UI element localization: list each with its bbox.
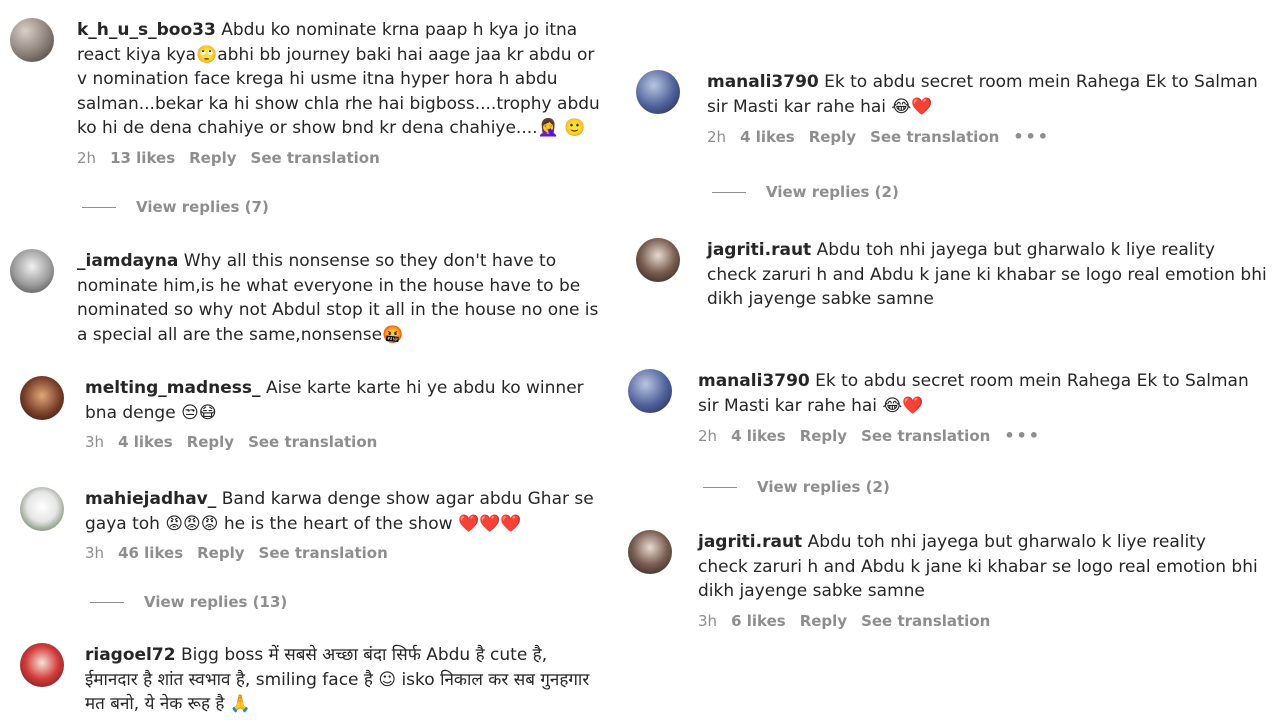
likes-count[interactable]: 46 likes [118,544,183,562]
username[interactable]: manali3790 [698,371,810,391]
comment-meta: 3h 4 likes Reply See translation [85,433,600,451]
timestamp: 3h [698,611,718,630]
avatar[interactable] [628,369,672,413]
reply-button[interactable]: Reply [800,612,847,630]
username[interactable]: riagoel72 [85,645,176,665]
view-replies-label: View replies (2) [766,183,899,201]
view-replies-button[interactable]: View replies (13) [90,593,287,611]
comment-meta: 3h 6 likes Reply See translation [698,612,1258,630]
username[interactable]: k_h_u_s_boo33 [77,20,216,40]
comment-meta: 2h 4 likes Reply See translation ••• [698,426,1258,445]
likes-count[interactable]: 4 likes [118,433,173,451]
timestamp: 2h [698,426,718,445]
view-replies-label: View replies (2) [757,478,890,496]
reply-button[interactable]: Reply [197,544,244,562]
comment-text: _iamdayna Why all this nonsense so they … [77,249,607,347]
view-replies-label: View replies (13) [144,593,288,611]
avatar[interactable] [628,530,672,574]
view-replies-button[interactable]: View replies (2) [712,183,899,201]
username[interactable]: manali3790 [707,72,819,92]
username[interactable]: _iamdayna [77,251,178,271]
username[interactable]: mahiejadhav_ [85,489,216,509]
more-options-icon[interactable]: ••• [1004,426,1041,445]
avatar[interactable] [20,643,64,687]
likes-count[interactable]: 6 likes [731,612,786,630]
comment-text: k_h_u_s_boo33 Abdu ko nominate krna paap… [77,18,607,141]
avatar[interactable] [20,487,64,531]
avatar[interactable] [20,376,64,420]
see-translation-button[interactable]: See translation [870,128,999,146]
comment-text: riagoel72 Bigg boss में सबसे अच्छा बंदा … [85,643,600,717]
likes-count[interactable]: 13 likes [110,149,175,167]
timestamp: 2h [707,127,727,146]
view-replies-label: View replies (7) [136,198,269,216]
reply-button[interactable]: Reply [809,128,856,146]
divider [90,601,124,603]
divider [82,206,116,208]
likes-count[interactable]: 4 likes [731,427,786,445]
username[interactable]: jagriti.raut [698,532,802,552]
timestamp: 2h [77,148,97,167]
see-translation-button[interactable]: See translation [861,427,990,445]
comment-meta: 3h 46 likes Reply See translation [85,544,600,562]
comment-text: melting_madness_ Aise karte karte hi ye … [85,376,600,425]
see-translation-button[interactable]: See translation [861,612,990,630]
reply-button[interactable]: Reply [187,433,234,451]
avatar[interactable] [10,249,54,293]
username[interactable]: melting_madness_ [85,378,261,398]
comment-text: jagriti.raut Abdu toh nhi jayega but gha… [698,530,1258,604]
likes-count[interactable]: 4 likes [740,128,795,146]
view-replies-button[interactable]: View replies (2) [703,478,890,496]
avatar[interactable] [10,18,54,62]
reply-button[interactable]: Reply [189,149,236,167]
divider [712,191,746,193]
avatar[interactable] [636,238,680,282]
reply-button[interactable]: Reply [800,427,847,445]
comment-text: manali3790 Ek to abdu secret room mein R… [707,70,1267,119]
timestamp: 3h [85,544,105,562]
see-translation-button[interactable]: See translation [251,149,380,167]
comment-meta: 2h 4 likes Reply See translation ••• [707,127,1267,146]
timestamp: 3h [85,433,105,451]
see-translation-button[interactable]: See translation [248,433,377,451]
comment-meta: 2h 13 likes Reply See translation [77,149,607,167]
more-options-icon[interactable]: ••• [1013,127,1050,146]
see-translation-button[interactable]: See translation [259,544,388,562]
username[interactable]: jagriti.raut [707,240,811,260]
comment-text: mahiejadhav_ Band karwa denge show agar … [85,487,600,536]
view-replies-button[interactable]: View replies (7) [82,198,269,216]
divider [703,486,737,488]
comment-text: manali3790 Ek to abdu secret room mein R… [698,369,1258,418]
comment-text: jagriti.raut Abdu toh nhi jayega but gha… [707,238,1267,312]
avatar[interactable] [636,70,680,114]
